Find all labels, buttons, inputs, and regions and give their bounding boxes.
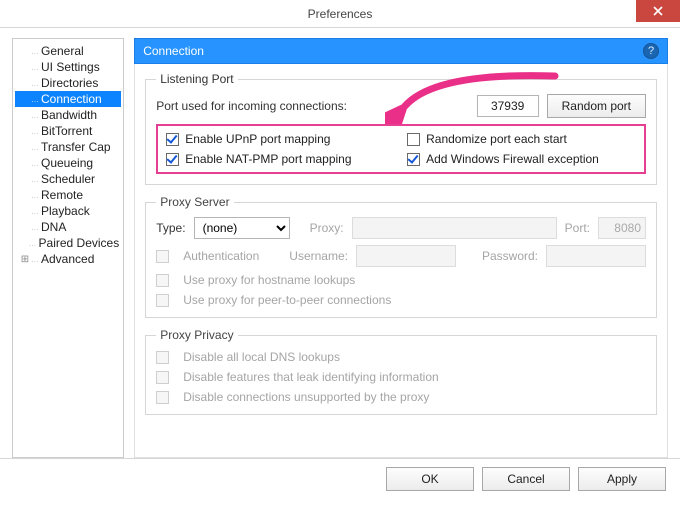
password-input	[546, 245, 646, 267]
section-header: Connection ?	[134, 38, 668, 64]
dialog-button-bar: OK Cancel Apply	[0, 458, 680, 498]
tree-item-general[interactable]: … General	[15, 43, 121, 59]
tree-connector: …	[31, 63, 37, 72]
tree-connector: …	[29, 239, 35, 248]
category-tree[interactable]: … General … UI Settings … Directories … Connect…	[12, 38, 124, 458]
tree-item-label: Playback	[41, 204, 90, 218]
help-icon[interactable]: ?	[643, 43, 659, 59]
tree-connector: …	[31, 159, 37, 168]
tree-item-label: Connection	[41, 92, 102, 106]
natpmp-label[interactable]: Enable NAT-PMP port mapping	[185, 152, 351, 166]
tree-connector: …	[31, 207, 37, 216]
window-title: Preferences	[308, 7, 373, 21]
firewall-label[interactable]: Add Windows Firewall exception	[426, 152, 599, 166]
tree-item-label: Queueing	[41, 156, 93, 170]
natpmp-checkbox[interactable]	[166, 153, 179, 166]
tree-item-bittorrent[interactable]: … BitTorrent	[15, 123, 121, 139]
username-input	[356, 245, 456, 267]
tree-item-label: General	[41, 44, 84, 58]
close-icon	[653, 6, 663, 16]
proxy-host-label: Proxy:	[310, 221, 344, 235]
upnp-label[interactable]: Enable UPnP port mapping	[185, 132, 330, 146]
leak-checkbox	[156, 371, 169, 384]
auth-label: Authentication	[183, 249, 259, 263]
proxy-privacy-legend: Proxy Privacy	[156, 328, 237, 342]
proxy-type-label: Type:	[156, 221, 185, 235]
tree-item-dna[interactable]: … DNA	[15, 219, 121, 235]
username-label: Username:	[289, 249, 348, 263]
apply-button[interactable]: Apply	[578, 467, 666, 491]
tree-connector: …	[31, 111, 37, 120]
unsupp-label: Disable connections unsupported by the p…	[183, 390, 429, 404]
port-input[interactable]	[477, 95, 539, 117]
close-button[interactable]	[636, 0, 680, 22]
tree-item-queueing[interactable]: … Queueing	[15, 155, 121, 171]
tree-item-label: Transfer Cap	[41, 140, 111, 154]
proxy-hostname-label: Use proxy for hostname lookups	[183, 273, 355, 287]
tree-connector: …	[31, 127, 37, 136]
expand-icon[interactable]: ⊞	[19, 254, 31, 265]
tree-item-remote[interactable]: … Remote	[15, 187, 121, 203]
tree-item-label: Remote	[41, 188, 83, 202]
tree-item-advanced[interactable]: ⊞… Advanced	[15, 251, 121, 267]
tree-connector: …	[31, 79, 37, 88]
proxy-server-group: Proxy Server Type: (none) Proxy: Port: A…	[145, 195, 657, 318]
tree-item-ui-settings[interactable]: … UI Settings	[15, 59, 121, 75]
port-label: Port used for incoming connections:	[156, 99, 468, 113]
tree-item-label: Scheduler	[41, 172, 95, 186]
randomize-checkbox[interactable]	[407, 133, 420, 146]
auth-checkbox	[156, 250, 169, 263]
tree-item-bandwidth[interactable]: … Bandwidth	[15, 107, 121, 123]
tree-item-transfer-cap[interactable]: … Transfer Cap	[15, 139, 121, 155]
tree-item-label: UI Settings	[41, 60, 100, 74]
dns-checkbox	[156, 351, 169, 364]
proxy-p2p-label: Use proxy for peer-to-peer connections	[183, 293, 391, 307]
proxy-host-input	[352, 217, 557, 239]
password-label: Password:	[482, 249, 538, 263]
random-port-button[interactable]: Random port	[547, 94, 646, 118]
titlebar: Preferences	[0, 0, 680, 28]
proxy-type-select[interactable]: (none)	[194, 217, 290, 239]
proxy-server-legend: Proxy Server	[156, 195, 233, 209]
tree-item-connection[interactable]: … Connection	[15, 91, 121, 107]
tree-connector: …	[31, 95, 37, 104]
ok-button[interactable]: OK	[386, 467, 474, 491]
firewall-checkbox[interactable]	[407, 153, 420, 166]
tree-item-label: Advanced	[41, 252, 94, 266]
proxy-p2p-checkbox	[156, 294, 169, 307]
tree-item-directories[interactable]: … Directories	[15, 75, 121, 91]
tree-item-playback[interactable]: … Playback	[15, 203, 121, 219]
tree-item-label: Directories	[41, 76, 98, 90]
tree-connector: …	[31, 223, 37, 232]
proxy-port-label: Port:	[565, 221, 590, 235]
section-title: Connection	[143, 44, 204, 58]
listening-port-legend: Listening Port	[156, 72, 237, 86]
tree-connector: …	[31, 47, 37, 56]
tree-item-paired-devices[interactable]: … Paired Devices	[15, 235, 121, 251]
tree-connector: …	[31, 143, 37, 152]
dns-label: Disable all local DNS lookups	[183, 350, 340, 364]
tree-connector: …	[31, 191, 37, 200]
tree-item-label: DNA	[41, 220, 66, 234]
tree-item-label: BitTorrent	[41, 124, 92, 138]
proxy-hostname-checkbox	[156, 274, 169, 287]
tree-connector: …	[31, 255, 37, 264]
randomize-label[interactable]: Randomize port each start	[426, 132, 567, 146]
proxy-port-input	[598, 217, 646, 239]
tree-item-label: Bandwidth	[41, 108, 97, 122]
upnp-checkbox[interactable]	[166, 133, 179, 146]
highlight-annotation: Enable UPnP port mapping Randomize port …	[156, 124, 646, 174]
tree-connector: …	[31, 175, 37, 184]
leak-label: Disable features that leak identifying i…	[183, 370, 438, 384]
cancel-button[interactable]: Cancel	[482, 467, 570, 491]
tree-item-scheduler[interactable]: … Scheduler	[15, 171, 121, 187]
tree-item-label: Paired Devices	[39, 236, 120, 250]
unsupp-checkbox	[156, 391, 169, 404]
proxy-privacy-group: Proxy Privacy Disable all local DNS look…	[145, 328, 657, 415]
listening-port-group: Listening Port Port used for incoming co…	[145, 72, 657, 185]
